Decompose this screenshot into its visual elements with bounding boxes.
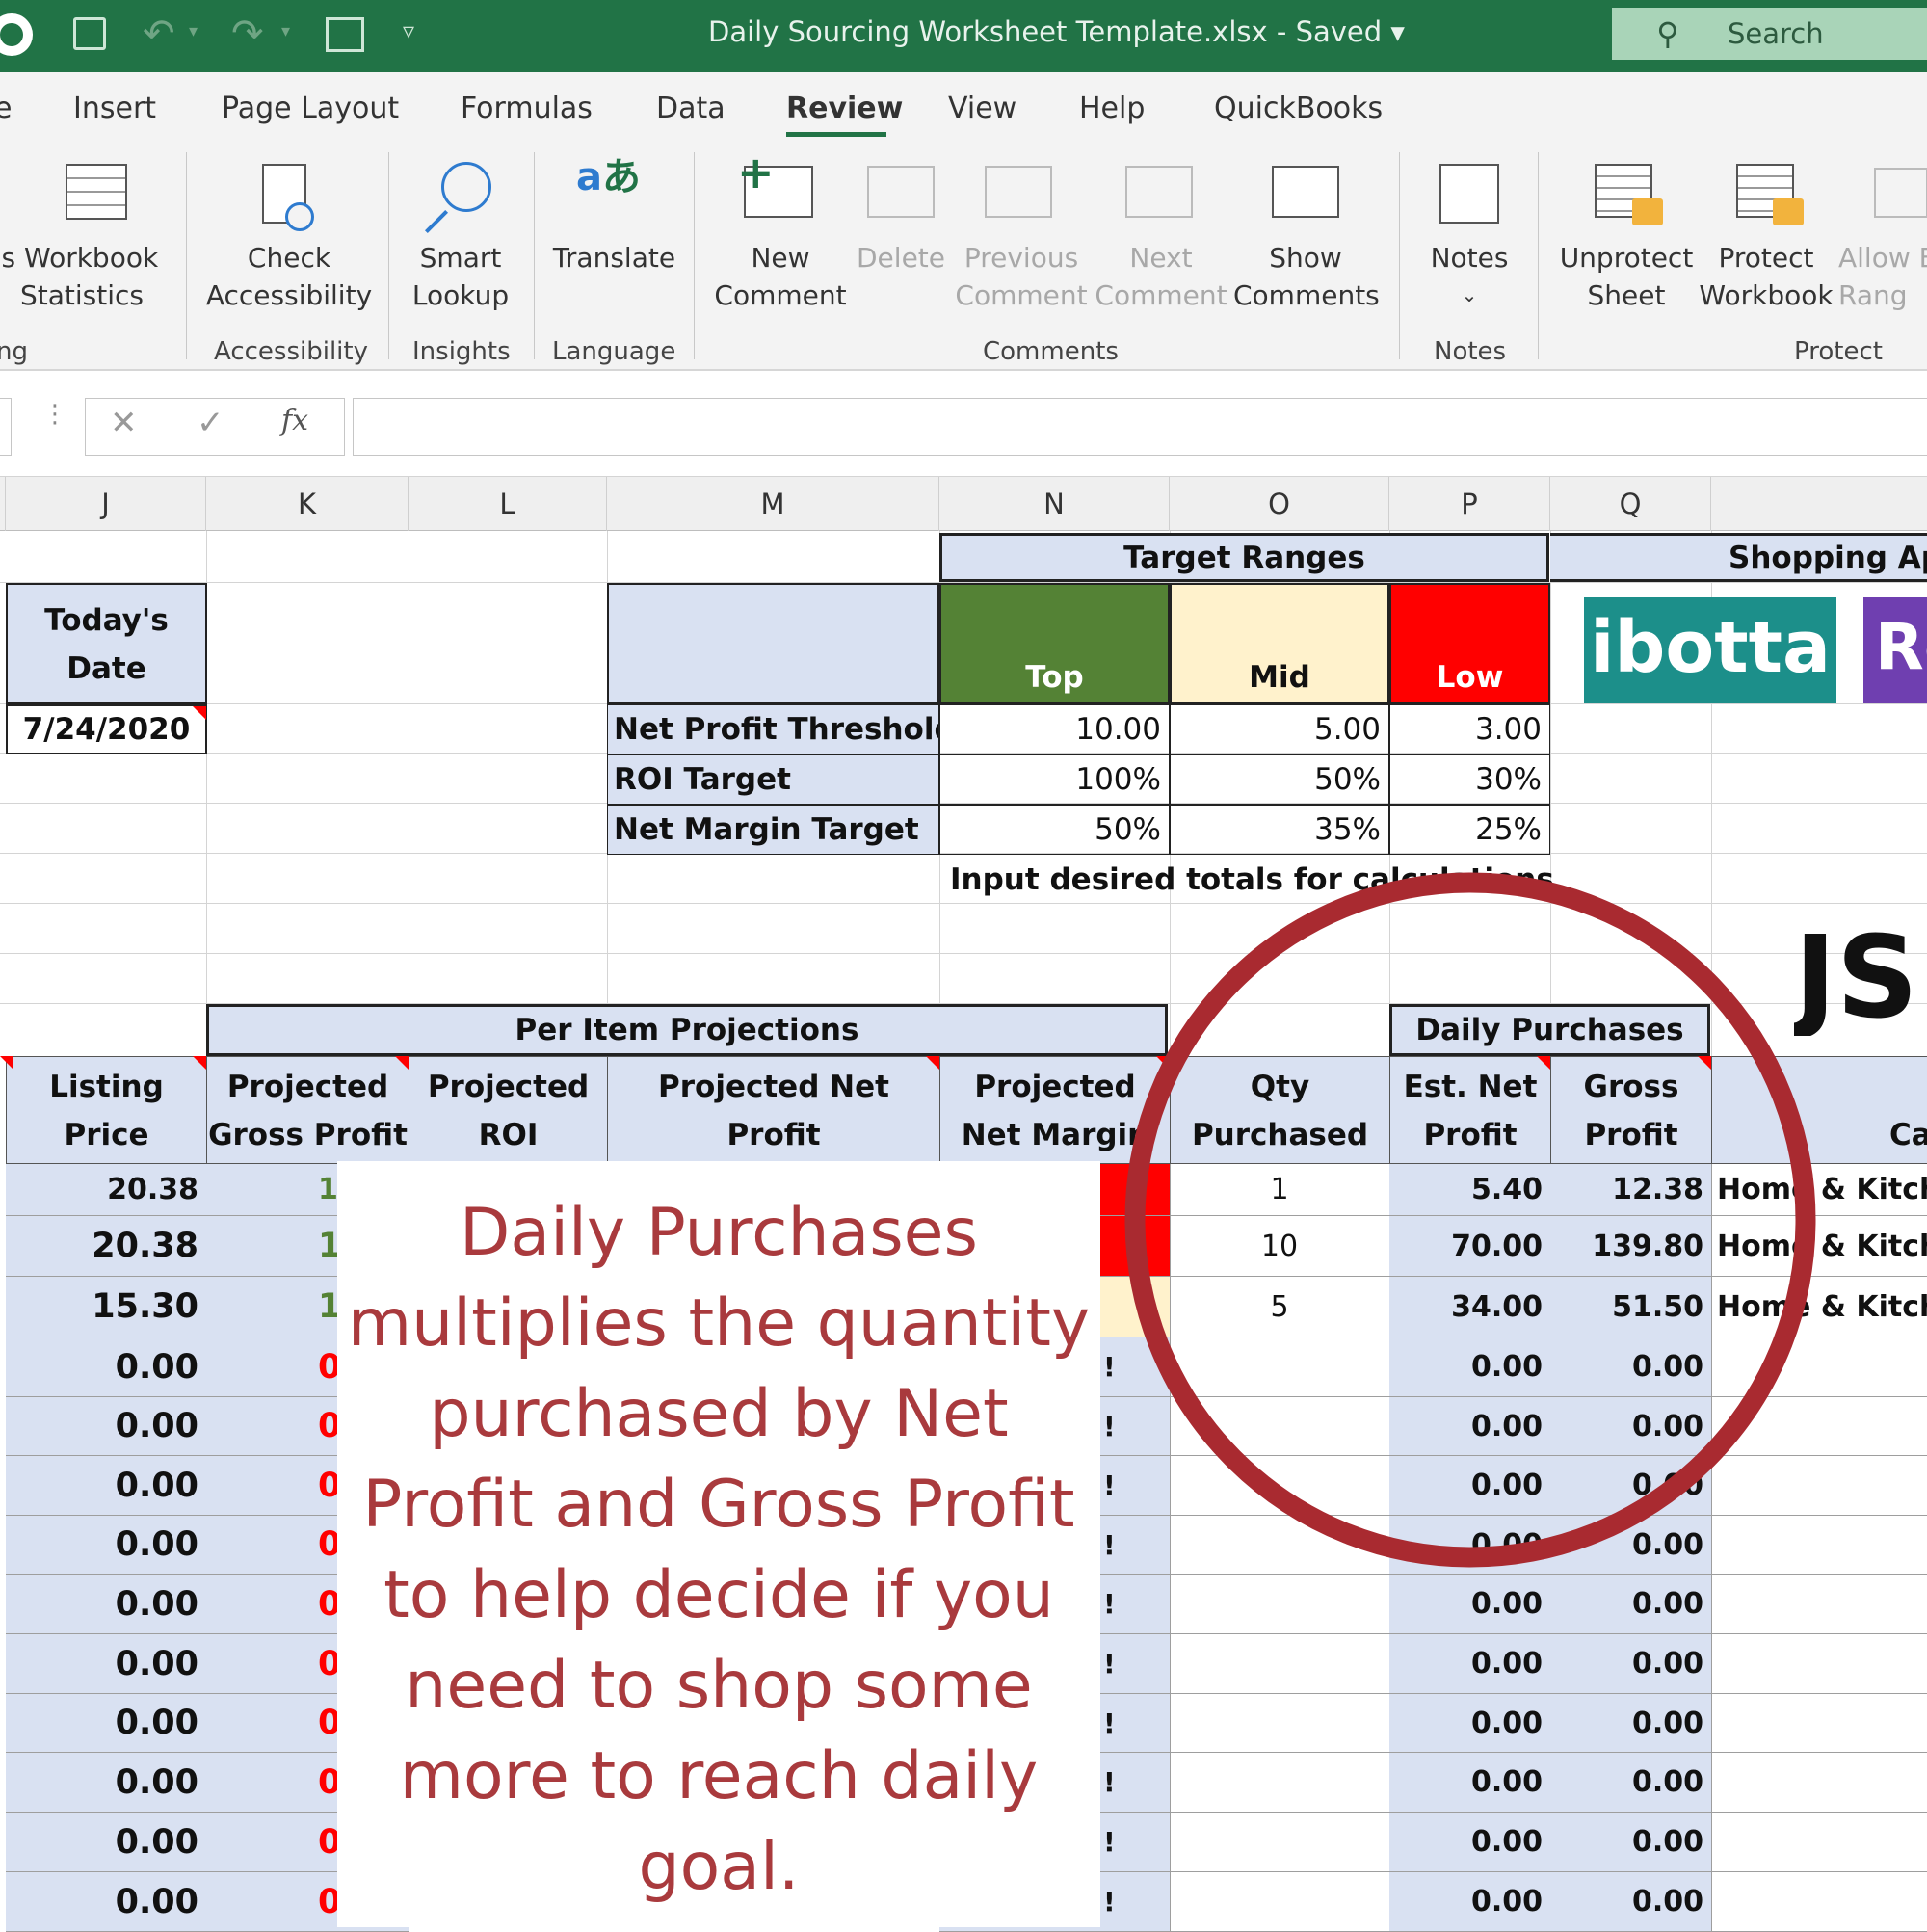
annotation-circle [1124, 872, 1816, 1568]
